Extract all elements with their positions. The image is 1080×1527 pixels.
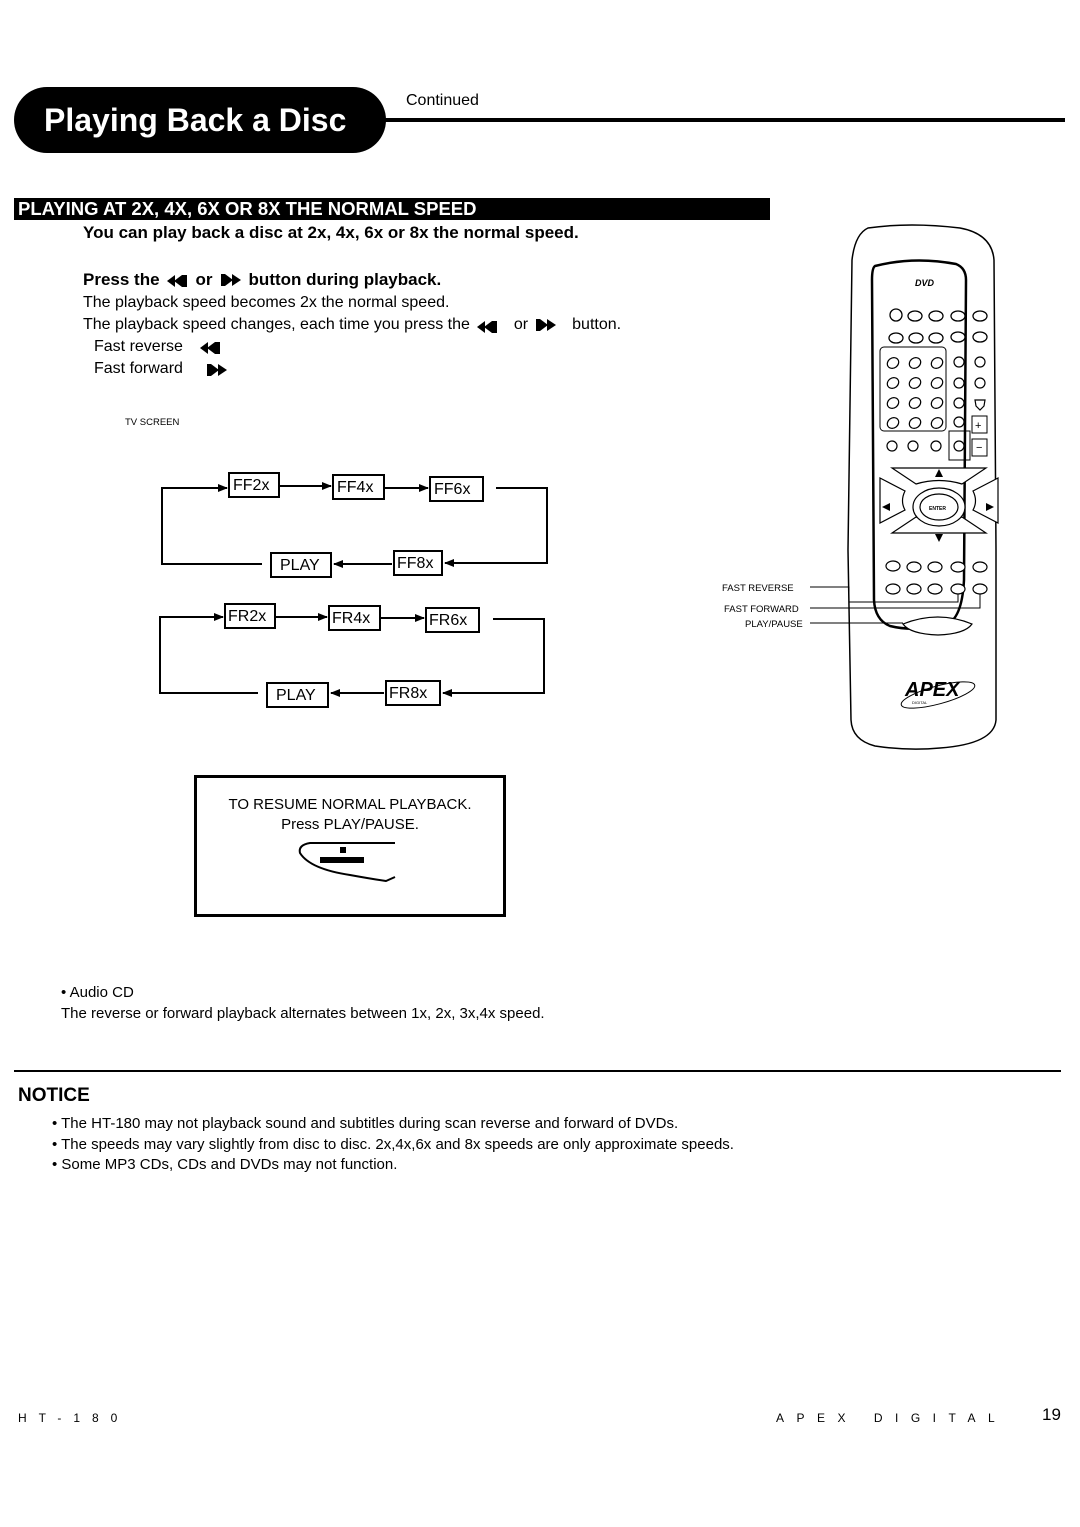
notice-divider: [14, 1070, 1061, 1072]
svg-text:+: +: [975, 420, 981, 432]
notice-item: • Some MP3 CDs, CDs and DVDs may not fun…: [52, 1156, 398, 1173]
remote-control-illustration: DVD + − ENTER FAST REVERSE FAST FORWARD …: [722, 224, 999, 750]
ff2x-label: FF2x: [233, 477, 269, 494]
fr-play-label: PLAY: [276, 687, 316, 704]
fr-cycle: FR2x FR4x FR6x FR8x PLAY: [159, 603, 545, 708]
svg-text:−: −: [976, 442, 982, 454]
notice-list: • The HT-180 may not playback sound and …: [52, 1114, 734, 1176]
audio-cd-bullet: • Audio CD: [61, 984, 134, 1001]
ff8x-label: FF8x: [397, 555, 433, 572]
fr4x-label: FR4x: [332, 610, 370, 627]
page-number: 19: [1042, 1405, 1061, 1424]
resume-line-2: Press PLAY/PAUSE.: [281, 816, 419, 833]
fr8x-label: FR8x: [389, 685, 427, 702]
notice-item: • The HT-180 may not playback sound and …: [52, 1115, 679, 1132]
fr2x-label: FR2x: [228, 608, 266, 625]
footer-brand: APEX DIGITAL: [776, 1411, 1008, 1425]
play-pause-button-icon: [298, 842, 396, 883]
apex-logo-sub: DIGITAL: [912, 700, 928, 705]
resume-line-1: TO RESUME NORMAL PLAYBACK.: [228, 796, 472, 813]
play-pause-callout: PLAY/PAUSE: [745, 619, 803, 630]
remote-body: [847, 224, 997, 750]
footer-model: HT-180: [18, 1411, 130, 1425]
notice-heading: NOTICE: [18, 1085, 90, 1106]
ff-cycle: FF2x FF4x FF6x FF8x PLAY: [161, 472, 548, 578]
fr6x-label: FR6x: [429, 612, 467, 629]
fast-forward-callout: FAST FORWARD: [724, 604, 799, 615]
dvd-logo: DVD: [915, 278, 935, 288]
notice-item: • The speeds may vary slightly from disc…: [52, 1135, 734, 1153]
fast-reverse-callout: FAST REVERSE: [722, 583, 794, 594]
enter-label: ENTER: [929, 506, 946, 512]
ff4x-label: FF4x: [337, 479, 373, 496]
ff-play-label: PLAY: [280, 557, 320, 574]
arrow-play-ff2: [161, 484, 262, 565]
resume-playback-box: TO RESUME NORMAL PLAYBACK. Press PLAY/PA…: [194, 775, 506, 917]
ff6x-label: FF6x: [434, 481, 470, 498]
audio-cd-text: The reverse or forward playback alternat…: [61, 1005, 545, 1022]
